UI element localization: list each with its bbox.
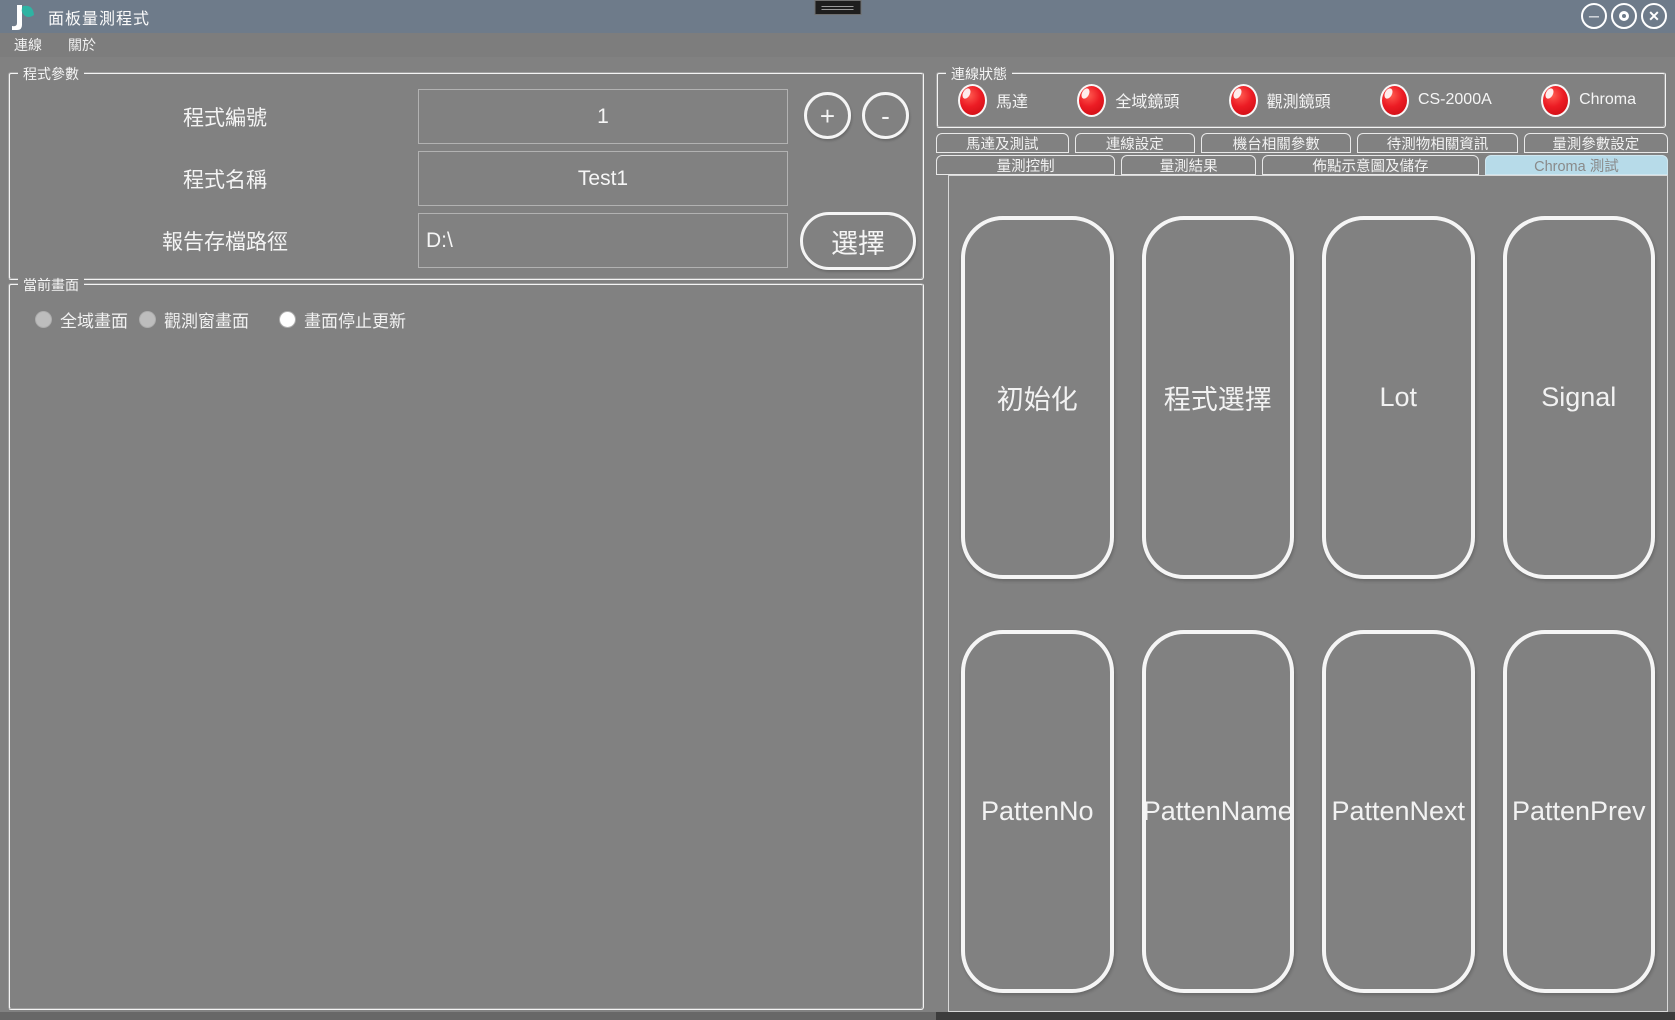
red-led-icon — [1077, 83, 1107, 117]
radio-global-screen-label: 全域畫面 — [60, 312, 128, 331]
menu-item-about[interactable]: 關於 — [68, 35, 96, 55]
bottom-edge-right — [936, 1012, 1675, 1020]
report-path-input[interactable] — [418, 213, 788, 268]
lot-button[interactable]: Lot — [1322, 216, 1475, 579]
tab-machine-params[interactable]: 機台相關參數 — [1201, 133, 1352, 153]
patten-no-button[interactable]: PattenNo — [961, 630, 1114, 993]
bottom-edge-left — [0, 1012, 936, 1020]
radio-observe-screen-label: 觀測窗畫面 — [164, 312, 249, 331]
program-select-button[interactable]: 程式選擇 — [1141, 216, 1294, 579]
tab-connection-settings[interactable]: 連線設定 — [1074, 133, 1196, 153]
tab-chroma-test[interactable]: Chroma 測試 — [1484, 155, 1668, 175]
status-cs2000a: CS-2000A — [1379, 83, 1492, 117]
radio-dot-icon — [140, 312, 155, 327]
tab-measure-control[interactable]: 量測控制 — [936, 155, 1116, 175]
radio-observe-screen[interactable]: 觀測窗畫面 — [140, 307, 249, 332]
red-led-icon — [1541, 83, 1571, 117]
decrement-button[interactable]: - — [862, 92, 909, 139]
status-global-camera: 全域鏡頭 — [1077, 83, 1180, 117]
chroma-test-page: 初始化 程式選擇 Lot Signal PattenNo PattenName … — [948, 175, 1668, 1012]
status-global-camera-label: 全域鏡頭 — [1115, 94, 1180, 111]
tab-row-1: 馬達及測試 連線設定 機台相關參數 待測物相關資訊 量測參數設定 — [936, 133, 1668, 153]
patten-next-button[interactable]: PattenNext — [1322, 630, 1475, 993]
status-chroma-label: Chroma — [1579, 91, 1636, 108]
menu-bar: 連線 關於 — [0, 33, 1675, 57]
radio-dot-icon — [280, 312, 295, 327]
screen-grip-handle — [814, 0, 861, 15]
tab-row-2: 量測控制 量測結果 佈點示意圖及儲存 Chroma 測試 — [936, 155, 1668, 175]
status-observe-camera-label: 觀測鏡頭 — [1266, 94, 1331, 111]
red-led-icon — [958, 83, 987, 117]
close-icon[interactable]: ✕ — [1641, 3, 1667, 29]
tab-layout-save[interactable]: 佈點示意圖及儲存 — [1262, 155, 1479, 175]
signal-button[interactable]: Signal — [1502, 216, 1655, 579]
radio-global-screen[interactable]: 全域畫面 — [36, 307, 128, 332]
current-screen-title: 當前畫面 — [18, 275, 84, 295]
window-controls: ─ ✕ — [1581, 3, 1667, 29]
current-screen-group: 當前畫面 全域畫面 觀測窗畫面 畫面停止更新 — [8, 275, 924, 1010]
title-bar: 面板量測程式 ─ ✕ — [0, 0, 1675, 33]
patten-prev-button[interactable]: PattenPrev — [1502, 630, 1655, 993]
initialize-button[interactable]: 初始化 — [961, 216, 1114, 579]
patten-name-button[interactable]: PattenName — [1141, 630, 1294, 993]
program-params-title: 程式參數 — [18, 64, 84, 84]
program-params-group: 程式參數 程式編號 程式名稱 報告存檔路徑 + - 選擇 — [8, 64, 924, 280]
program-name-label: 程式名稱 — [183, 168, 267, 192]
led-row: 馬達 全域鏡頭 觀測鏡頭 CS-2000A Chroma — [938, 74, 1664, 126]
radio-stop-update[interactable]: 畫面停止更新 — [280, 307, 406, 332]
program-name-input[interactable] — [418, 151, 788, 206]
program-number-input[interactable] — [418, 89, 788, 144]
tab-dut-info[interactable]: 待測物相關資訊 — [1357, 133, 1518, 153]
status-motor-label: 馬達 — [996, 94, 1029, 111]
red-led-icon — [1379, 83, 1409, 117]
browse-path-button[interactable]: 選擇 — [800, 212, 916, 270]
connection-status-group: 連線狀態 馬達 全域鏡頭 觀測鏡頭 CS-2000A Chroma — [936, 64, 1666, 128]
status-chroma: Chroma — [1541, 83, 1636, 117]
tab-measure-result[interactable]: 量測結果 — [1121, 155, 1257, 175]
window-title: 面板量測程式 — [48, 10, 151, 28]
tab-measure-params[interactable]: 量測參數設定 — [1523, 133, 1668, 153]
menu-item-connect[interactable]: 連線 — [14, 35, 42, 55]
status-observe-camera: 觀測鏡頭 — [1228, 83, 1331, 117]
report-path-label: 報告存檔路徑 — [162, 230, 288, 254]
app-logo-icon — [12, 4, 34, 30]
radio-dot-icon — [36, 312, 51, 327]
tab-motor-test[interactable]: 馬達及測試 — [936, 133, 1069, 153]
maximize-ring — [1619, 11, 1629, 21]
minimize-icon[interactable]: ─ — [1581, 3, 1607, 29]
maximize-icon[interactable] — [1611, 3, 1637, 29]
connection-status-title: 連線狀態 — [946, 64, 1012, 84]
increment-button[interactable]: + — [804, 92, 851, 139]
program-number-label: 程式編號 — [183, 106, 267, 130]
radio-stop-update-label: 畫面停止更新 — [304, 312, 406, 331]
red-led-icon — [1228, 83, 1258, 117]
status-motor: 馬達 — [958, 83, 1029, 117]
status-cs2000a-label: CS-2000A — [1417, 91, 1492, 108]
